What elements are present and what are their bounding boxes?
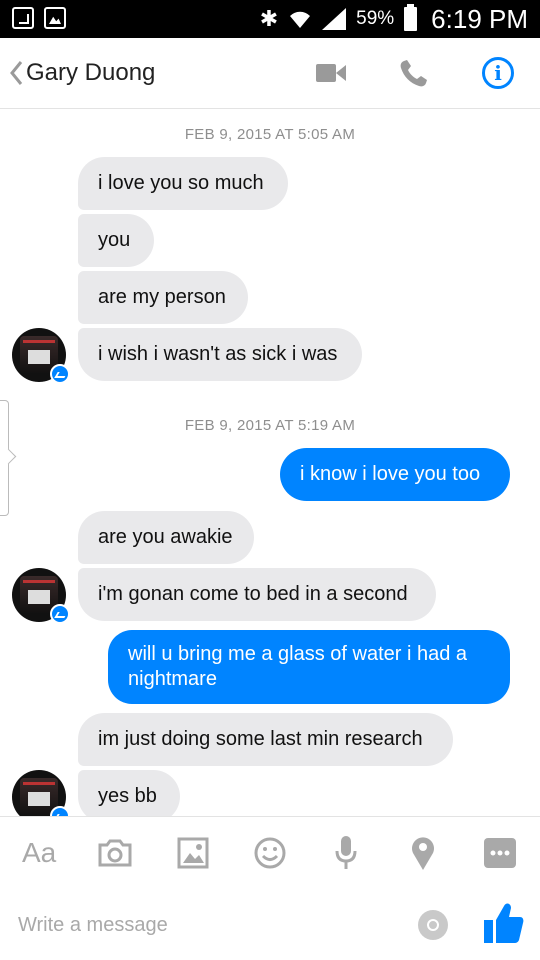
messenger-badge-icon bbox=[50, 806, 70, 816]
contact-avatar[interactable] bbox=[12, 328, 70, 384]
message-thread[interactable]: FEB 9, 2015 AT 5:05 AM i love you so muc… bbox=[0, 110, 540, 816]
battery-icon bbox=[404, 4, 418, 31]
composer-toolbar: Aa bbox=[0, 816, 540, 890]
message-bubble-incoming[interactable]: you bbox=[78, 214, 154, 267]
message-bubble-incoming[interactable]: im just doing some last min research bbox=[78, 713, 453, 766]
edge-panel-handle[interactable] bbox=[0, 400, 9, 516]
back-chevron-icon[interactable] bbox=[6, 58, 26, 88]
wifi-icon bbox=[288, 9, 312, 29]
contact-avatar[interactable] bbox=[12, 568, 70, 624]
message-bubble-incoming[interactable]: are you awakie bbox=[78, 511, 254, 564]
contact-avatar[interactable] bbox=[12, 770, 70, 816]
message-bubble-incoming[interactable]: i'm gonan come to bed in a second bbox=[78, 568, 436, 621]
gallery-icon[interactable] bbox=[177, 837, 209, 869]
phone-icon[interactable] bbox=[397, 58, 429, 90]
video-call-icon[interactable] bbox=[316, 62, 346, 84]
messenger-badge-icon bbox=[50, 364, 70, 384]
battery-percent: 59% bbox=[356, 8, 395, 29]
timestamp: FEB 9, 2015 AT 5:05 AM bbox=[184, 126, 356, 143]
message-bubble-incoming[interactable]: i wish i wasn't as sick i was bbox=[78, 328, 362, 381]
location-icon[interactable] bbox=[410, 835, 436, 871]
message-bubble-incoming[interactable]: i love you so much bbox=[78, 157, 288, 210]
image-notification-icon bbox=[44, 7, 66, 29]
camera-icon[interactable] bbox=[97, 839, 133, 867]
message-bubble-incoming[interactable]: yes bb bbox=[78, 770, 180, 816]
signal-icon bbox=[322, 8, 347, 30]
info-icon[interactable]: i bbox=[482, 57, 514, 89]
message-bubble-outgoing[interactable]: i know i love you too bbox=[280, 448, 510, 501]
conversation-header: Gary Duong i bbox=[0, 38, 540, 109]
message-bubble-incoming[interactable]: are my person bbox=[78, 271, 248, 324]
message-bubble-outgoing[interactable]: will u bring me a glass of water i had a… bbox=[108, 630, 510, 704]
like-thumb-icon[interactable] bbox=[484, 902, 524, 944]
contact-name[interactable]: Gary Duong bbox=[26, 59, 155, 87]
bluetooth-icon: ✱ bbox=[259, 6, 279, 31]
quick-camera-icon[interactable] bbox=[418, 910, 448, 940]
clock: 6:19 PM bbox=[431, 3, 528, 34]
more-icon[interactable] bbox=[484, 838, 516, 868]
emoji-icon[interactable] bbox=[254, 837, 286, 869]
microphone-icon[interactable] bbox=[334, 835, 358, 871]
message-input[interactable] bbox=[18, 910, 398, 940]
compose-bar bbox=[0, 890, 540, 960]
timestamp: FEB 9, 2015 AT 5:19 AM bbox=[184, 417, 356, 434]
download-notification-icon bbox=[12, 7, 34, 29]
messenger-badge-icon bbox=[50, 604, 70, 624]
status-bar: ✱ 59% 6:19 PM bbox=[0, 0, 540, 38]
text-format-icon[interactable]: Aa bbox=[22, 837, 56, 869]
